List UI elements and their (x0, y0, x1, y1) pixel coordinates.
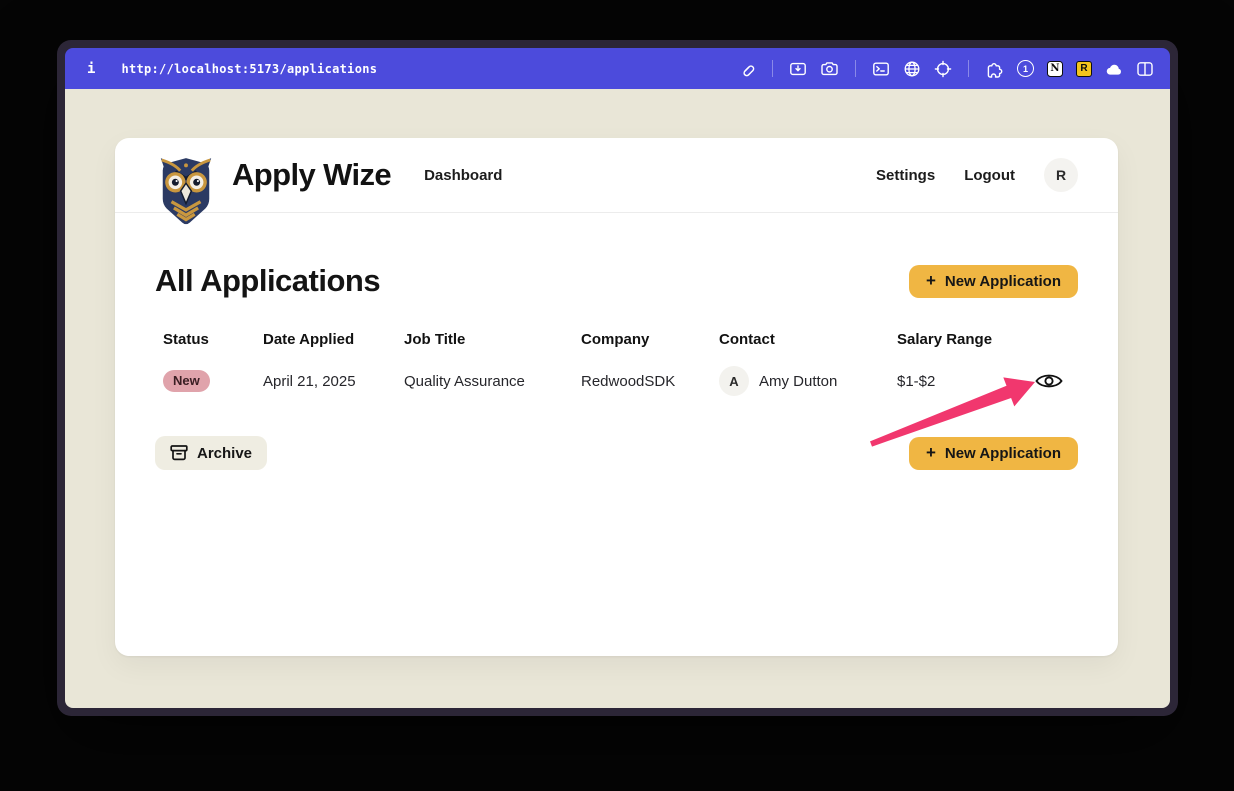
archive-icon (170, 444, 188, 462)
link-icon[interactable] (738, 60, 756, 78)
contact-avatar: A (719, 366, 749, 396)
notion-icon[interactable]: N (1047, 61, 1063, 77)
plus-icon: + (926, 444, 936, 461)
contact-name: Amy Dutton (759, 373, 837, 390)
page-title: All Applications (155, 259, 380, 303)
eye-icon (1035, 371, 1063, 391)
archive-button[interactable]: Archive (155, 436, 267, 470)
col-date-applied: Date Applied (263, 331, 404, 348)
extensions-icon[interactable] (985, 59, 1004, 78)
nav-logout[interactable]: Logout (964, 167, 1015, 184)
nav-dashboard[interactable]: Dashboard (424, 167, 502, 184)
toolbar-separator (968, 60, 969, 77)
col-job-title: Job Title (404, 331, 581, 348)
user-avatar[interactable]: R (1044, 158, 1078, 192)
plus-icon: + (926, 272, 936, 289)
app-header: Apply Wize Dashboard Settings Logout R (115, 138, 1118, 213)
col-status: Status (163, 331, 263, 348)
onepassword-glyph: 1 (1023, 64, 1028, 74)
cell-date-applied: April 21, 2025 (263, 373, 404, 390)
archive-label: Archive (197, 445, 252, 462)
browser-window: i http://localhost:5173/applications (57, 40, 1178, 716)
new-application-label: New Application (945, 445, 1061, 462)
status-badge: New (163, 370, 210, 392)
cell-contact: A Amy Dutton (719, 366, 897, 396)
nav-settings[interactable]: Settings (876, 167, 935, 184)
cell-salary-range: $1-$2 (897, 373, 1033, 390)
new-application-label: New Application (945, 273, 1061, 290)
r-extension-icon[interactable]: R (1076, 61, 1092, 77)
table-header-row: Status Date Applied Job Title Company Co… (163, 331, 1078, 348)
r-glyph: R (1080, 63, 1087, 74)
view-application-button[interactable] (1033, 369, 1078, 393)
col-contact: Contact (719, 331, 897, 348)
terminal-icon[interactable] (872, 60, 890, 78)
brand-name: Apply Wize (232, 157, 391, 193)
globe-icon[interactable] (903, 60, 921, 78)
info-icon: i (87, 61, 95, 77)
cell-job-title: Quality Assurance (404, 373, 581, 390)
app-card: Apply Wize Dashboard Settings Logout R A… (115, 138, 1118, 656)
owl-logo-icon (155, 156, 217, 226)
applications-table: Status Date Applied Job Title Company Co… (163, 331, 1078, 396)
page-background: Apply Wize Dashboard Settings Logout R A… (65, 89, 1170, 708)
toolbar-separator (772, 60, 773, 77)
cloud-icon[interactable] (1105, 61, 1123, 77)
new-application-button-bottom[interactable]: + New Application (909, 437, 1078, 470)
table-row: New April 21, 2025 Quality Assurance Red… (163, 366, 1078, 396)
toolbar-separator (855, 60, 856, 77)
notion-glyph: N (1050, 63, 1059, 74)
url-bar[interactable]: http://localhost:5173/applications (121, 62, 377, 76)
col-company: Company (581, 331, 719, 348)
crosshair-icon[interactable] (934, 60, 952, 78)
screenshot-icon[interactable] (789, 60, 807, 78)
browser-toolbar: i http://localhost:5173/applications (65, 48, 1170, 89)
new-application-button-top[interactable]: + New Application (909, 265, 1078, 298)
onepassword-icon[interactable]: 1 (1017, 60, 1034, 77)
brand-logo-link[interactable]: Apply Wize (155, 140, 391, 210)
cell-company: RedwoodSDK (581, 373, 719, 390)
split-view-icon[interactable] (1136, 60, 1154, 78)
camera-icon[interactable] (820, 60, 839, 78)
col-salary-range: Salary Range (897, 331, 1033, 348)
